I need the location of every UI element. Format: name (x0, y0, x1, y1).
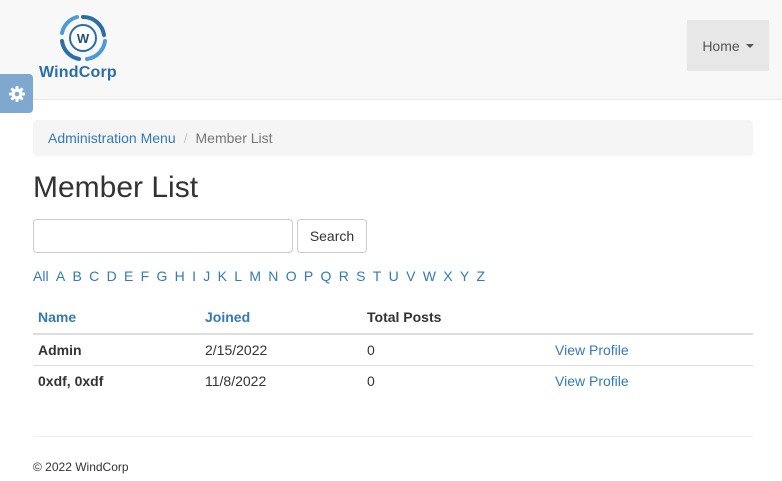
alpha-filter-n[interactable]: N (268, 268, 278, 284)
member-total-posts: 0 (362, 364, 550, 396)
brand-name: WindCorp (39, 64, 117, 81)
home-label: Home (702, 37, 740, 54)
footer-copyright: © 2022 WindCorp (33, 460, 129, 474)
view-profile-link[interactable]: View Profile (555, 342, 629, 358)
alpha-filter-s[interactable]: S (356, 268, 365, 284)
breadcrumb: Administration Menu / Member List (33, 120, 753, 156)
member-name: Admin (38, 341, 82, 358)
settings-tab[interactable] (0, 74, 33, 113)
member-joined: 11/8/2022 (200, 364, 362, 396)
table-header-row: Name Joined Total Posts (33, 301, 753, 335)
gear-icon (8, 85, 25, 102)
svg-text:W: W (77, 31, 90, 46)
table-row: Admin 2/15/2022 0 View Profile (33, 334, 753, 365)
home-dropdown-button[interactable]: Home (687, 20, 769, 71)
member-total-posts: 0 (367, 341, 375, 358)
alpha-filter-z[interactable]: Z (477, 268, 486, 284)
wind-swirl-logo-icon: W (60, 14, 107, 61)
navbar: W WindCorp Home (0, 0, 782, 100)
alpha-filter-v[interactable]: V (406, 268, 415, 284)
alpha-filter-b[interactable]: B (73, 268, 82, 284)
alpha-filter-f[interactable]: F (141, 268, 150, 284)
brand-logo[interactable]: W WindCorp (39, 13, 129, 85)
column-header-name: Name (33, 301, 200, 335)
member-actions-cell: View Profile (550, 364, 753, 396)
breadcrumb-current: Member List (195, 130, 273, 146)
sort-by-name-link[interactable]: Name (38, 309, 76, 325)
alpha-filter-c[interactable]: C (89, 268, 99, 284)
breadcrumb-separator: / (183, 130, 188, 146)
alpha-filter-i[interactable]: I (192, 268, 196, 284)
member-name: 0xdf, 0xdf (33, 364, 200, 396)
member-actions-cell: View Profile (550, 334, 753, 365)
member-table: Name Joined Total Posts Admin 2/15/2022 … (33, 301, 753, 396)
page-title: Member List (33, 171, 199, 204)
alpha-filter-g[interactable]: G (156, 268, 167, 284)
column-header-actions (550, 301, 753, 335)
alpha-filter-d[interactable]: D (107, 268, 117, 284)
column-header-total-posts: Total Posts (362, 301, 550, 335)
search-button[interactable]: Search (297, 219, 367, 253)
alpha-filter-u[interactable]: U (389, 268, 399, 284)
alpha-filter-y[interactable]: Y (460, 268, 469, 284)
alpha-filter-x[interactable]: X (443, 268, 452, 284)
alpha-filter-k[interactable]: K (218, 268, 227, 284)
alpha-filter-r[interactable]: R (339, 268, 349, 284)
alpha-filter-e[interactable]: E (124, 268, 133, 284)
alpha-filter-o[interactable]: O (286, 268, 297, 284)
alpha-filter-p[interactable]: P (304, 268, 313, 284)
alpha-filter-l[interactable]: L (234, 268, 242, 284)
table-row: 0xdf, 0xdf 11/8/2022 0 View Profile (33, 364, 753, 396)
breadcrumb-administration-menu[interactable]: Administration Menu (48, 130, 176, 146)
alpha-filter-q[interactable]: Q (321, 268, 332, 284)
search-input[interactable] (33, 219, 293, 253)
footer-divider (33, 436, 753, 437)
alpha-filter-h[interactable]: H (175, 268, 185, 284)
alpha-filter-all[interactable]: All (33, 268, 49, 284)
member-joined: 2/15/2022 (205, 341, 268, 358)
alpha-filter-t[interactable]: T (373, 268, 382, 284)
alpha-filter-j[interactable]: J (203, 268, 210, 284)
view-profile-link[interactable]: View Profile (555, 373, 629, 389)
sort-by-joined-link[interactable]: Joined (205, 309, 250, 325)
alpha-filter-w[interactable]: W (423, 268, 436, 284)
column-header-joined: Joined (200, 301, 362, 335)
alpha-filter-a[interactable]: A (56, 268, 65, 284)
alpha-filter-m[interactable]: M (249, 268, 261, 284)
alphabet-filter: All A B C D E F G H I J K L M N O P Q R … (33, 268, 492, 284)
caret-down-icon (745, 43, 754, 48)
